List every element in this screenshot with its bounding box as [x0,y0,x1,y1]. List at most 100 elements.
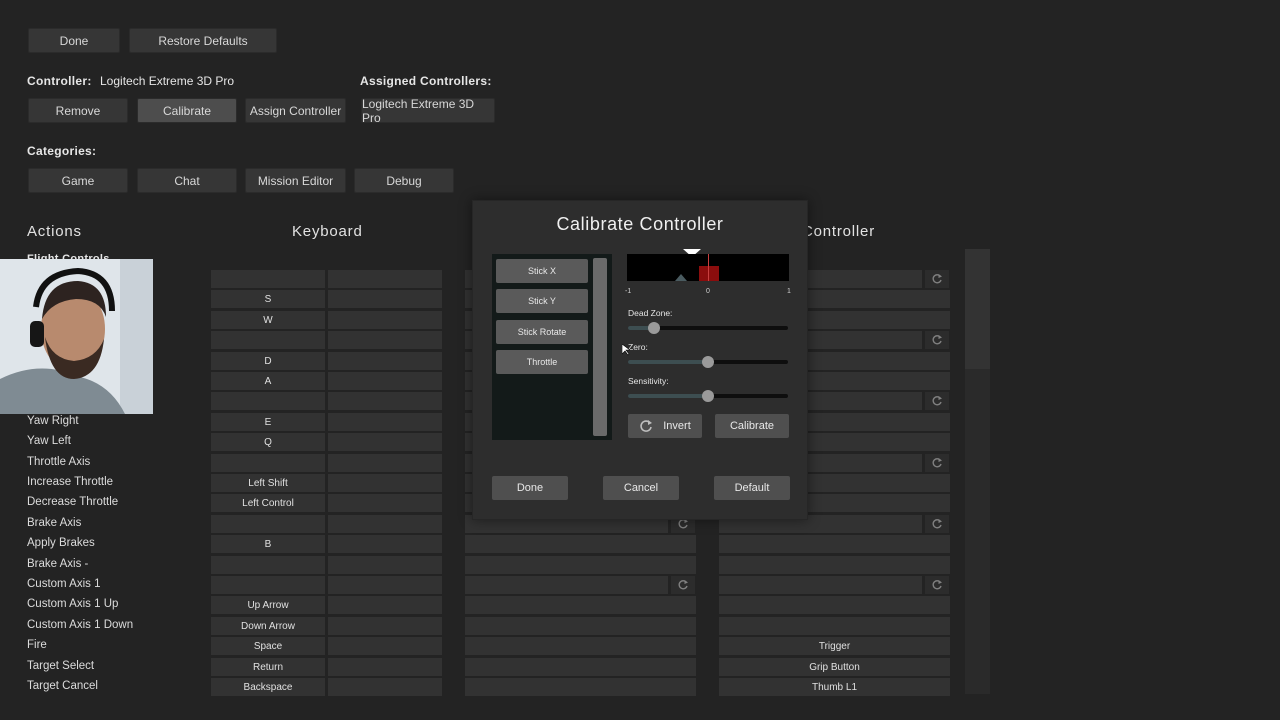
controller-binding-primary[interactable] [465,678,696,696]
refresh-icon [932,458,942,468]
keyboard-binding-secondary[interactable] [328,270,442,288]
keyboard-binding-primary[interactable] [211,270,325,288]
zero-knob[interactable] [702,356,714,368]
controller-binding-secondary[interactable]: Thumb L1 [719,678,950,696]
remove-button[interactable]: Remove [28,98,128,123]
controller-binding-secondary[interactable] [719,556,950,574]
restore-defaults-button[interactable]: Restore Defaults [129,28,277,53]
dialog-done-button[interactable]: Done [492,476,568,500]
axis-item-stick-y[interactable]: Stick Y [496,289,588,313]
tab-debug[interactable]: Debug [354,168,454,193]
invert-button[interactable]: Invert [628,414,702,438]
keyboard-binding-secondary[interactable] [328,352,442,370]
tab-chat[interactable]: Chat [137,168,237,193]
keyboard-binding-primary[interactable]: Q [211,433,325,451]
axis-item-stick-x[interactable]: Stick X [496,259,588,283]
keyboard-binding-primary[interactable]: W [211,311,325,329]
axis-list-scrollbar[interactable] [593,258,607,436]
controller-binding-secondary[interactable]: Grip Button [719,658,950,676]
keyboard-binding-primary[interactable] [211,392,325,410]
keyboard-binding-secondary[interactable] [328,494,442,512]
controller-binding-primary[interactable] [465,535,696,553]
invert-axis-button[interactable] [671,576,695,594]
keyboard-binding-secondary[interactable] [328,413,442,431]
controller-binding-secondary[interactable] [719,535,950,553]
keyboard-binding-primary[interactable] [211,576,325,594]
keyboard-binding-primary[interactable]: Left Control [211,494,325,512]
keyboard-binding-primary[interactable]: Backspace [211,678,325,696]
calibrate-button[interactable]: Calibrate [137,98,237,123]
sensitivity-knob[interactable] [702,390,714,402]
keyboard-binding-secondary[interactable] [328,311,442,329]
keyboard-binding-secondary[interactable] [328,454,442,472]
dialog-cancel-button[interactable]: Cancel [603,476,679,500]
bindings-scrollbar[interactable] [965,249,990,694]
assign-controller-button[interactable]: Assign Controller [245,98,346,123]
controller-binding-primary[interactable] [465,617,696,635]
keyboard-binding-primary[interactable]: A [211,372,325,390]
dead-zone-indicator [699,266,719,281]
calibrate-controller-dialog: Calibrate Controller Stick X Stick Y Sti… [472,200,808,520]
axis-item-throttle[interactable]: Throttle [496,350,588,374]
tab-game[interactable]: Game [28,168,128,193]
action-name: Custom Axis 1 Down [27,619,134,631]
keyboard-binding-primary[interactable] [211,556,325,574]
keyboard-binding-secondary[interactable] [328,637,442,655]
invert-axis-button[interactable] [925,392,949,410]
invert-axis-button[interactable] [925,331,949,349]
keyboard-binding-primary[interactable]: S [211,290,325,308]
controller-binding-primary[interactable] [465,556,696,574]
keyboard-binding-secondary[interactable] [328,392,442,410]
keyboard-binding-secondary[interactable] [328,535,442,553]
dead-zone-slider[interactable] [628,322,788,334]
keyboard-binding-primary[interactable] [211,331,325,349]
keyboard-binding-primary[interactable] [211,454,325,472]
dialog-default-button[interactable]: Default [714,476,790,500]
keyboard-binding-primary[interactable] [211,515,325,533]
sensitivity-slider[interactable] [628,390,788,402]
controller-binding-primary[interactable] [465,596,696,614]
axis-item-stick-rotate[interactable]: Stick Rotate [496,320,588,344]
controller-binding-secondary[interactable] [719,596,950,614]
tab-mission-editor[interactable]: Mission Editor [245,168,346,193]
keyboard-binding-secondary[interactable] [328,658,442,676]
controller-binding-secondary[interactable] [719,576,922,594]
keyboard-binding-secondary[interactable] [328,290,442,308]
controller-binding-secondary[interactable] [719,617,950,635]
invert-axis-button[interactable] [925,270,949,288]
controller-binding-secondary[interactable]: Trigger [719,637,950,655]
keyboard-binding-secondary[interactable] [328,556,442,574]
keyboard-binding-secondary[interactable] [328,596,442,614]
axis-response-graph [627,254,789,281]
keyboard-binding-secondary[interactable] [328,474,442,492]
keyboard-binding-secondary[interactable] [328,576,442,594]
controller-binding-primary[interactable] [465,576,668,594]
keyboard-binding-primary[interactable]: D [211,352,325,370]
keyboard-binding-secondary[interactable] [328,617,442,635]
keyboard-binding-secondary[interactable] [328,515,442,533]
keyboard-binding-primary[interactable]: Up Arrow [211,596,325,614]
keyboard-binding-secondary[interactable] [328,372,442,390]
dead-zone-knob[interactable] [647,322,660,334]
keyboard-binding-secondary[interactable] [328,433,442,451]
keyboard-binding-primary[interactable]: Down Arrow [211,617,325,635]
controller-binding-primary[interactable] [465,637,696,655]
calibrate-axis-button[interactable]: Calibrate [715,414,789,438]
invert-axis-button[interactable] [925,515,949,533]
keyboard-binding-primary[interactable]: Space [211,637,325,655]
zero-slider[interactable] [628,356,788,368]
keyboard-binding-secondary[interactable] [328,678,442,696]
assigned-controller-item[interactable]: Logitech Extreme 3D Pro [361,97,495,125]
keyboard-binding-primary[interactable]: Return [211,658,325,676]
bindings-scrollbar-thumb[interactable] [965,249,990,369]
webcam-overlay [0,259,153,414]
controller-binding-primary[interactable] [465,658,696,676]
keyboard-binding-secondary[interactable] [328,331,442,349]
keyboard-binding-primary[interactable]: E [211,413,325,431]
dialog-title: Calibrate Controller [556,214,724,234]
invert-axis-button[interactable] [925,454,949,472]
keyboard-binding-primary[interactable]: B [211,535,325,553]
invert-axis-button[interactable] [925,576,949,594]
keyboard-binding-primary[interactable]: Left Shift [211,474,325,492]
done-button[interactable]: Done [28,28,120,53]
